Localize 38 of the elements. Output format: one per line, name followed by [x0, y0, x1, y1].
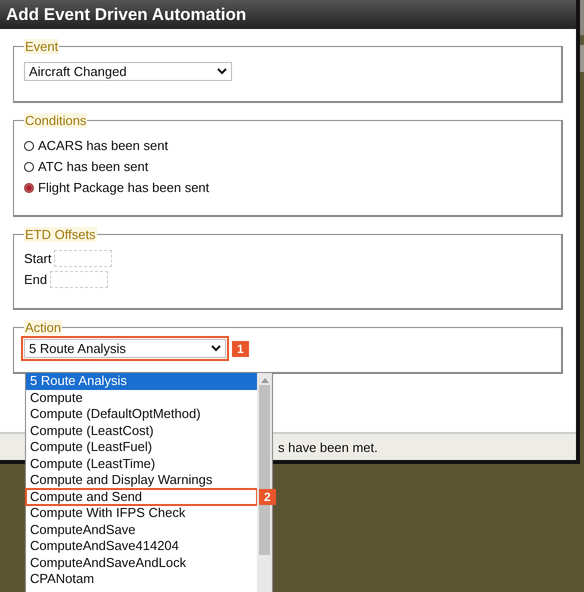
callout-badge: 1 [232, 340, 249, 356]
field-label: End [24, 272, 48, 287]
callout-badge: 2 [259, 488, 276, 504]
dropdown-option[interactable]: 5 Route Analysis [26, 373, 257, 390]
section-legend: Conditions [24, 113, 88, 128]
status-text: s have been met. [278, 440, 378, 454]
section-legend: Action [24, 320, 62, 335]
dropdown-option[interactable]: ComputeAndSave414204 [26, 538, 257, 554]
dropdown-option[interactable]: Compute (DefaultOptMethod) [26, 406, 257, 422]
radio-button[interactable] [24, 140, 34, 150]
dropdown-option[interactable]: Compute (LeastCost) [26, 422, 257, 439]
dropdown-option[interactable]: Compute (LeastFuel) [26, 439, 257, 456]
dropdown-option[interactable]: ComputeAndSaveAndLock [26, 554, 257, 571]
section-legend: Event [24, 39, 60, 54]
action-dropdown[interactable]: 5 Route Analysis [24, 339, 226, 358]
chevron-down-icon [217, 68, 227, 75]
dropdown-option[interactable]: CPANotam [26, 571, 257, 588]
scrollbar[interactable] [257, 373, 272, 592]
radio-label[interactable]: ATC has been sent [38, 159, 148, 174]
chevron-down-icon [211, 345, 221, 352]
dropdown-option[interactable]: Compute (LeastTime) [26, 456, 257, 472]
field-label: Start [24, 251, 52, 266]
dropdown-option[interactable]: Compute [26, 390, 257, 406]
event-dropdown[interactable]: Aircraft Changed [24, 62, 232, 81]
dropdown-option[interactable]: Compute and Send [26, 488, 257, 505]
dropdown-option[interactable]: Compute and Display Warnings [26, 472, 257, 488]
scroll-up-icon[interactable] [260, 377, 268, 383]
window-title: Add Event Driven Automation [0, 0, 576, 29]
radio-label[interactable]: ACARS has been sent [38, 138, 168, 153]
radio-button[interactable] [24, 182, 34, 192]
radio-label[interactable]: Flight Package has been sent [38, 180, 210, 195]
input-field[interactable] [54, 250, 112, 267]
radio-button[interactable] [24, 162, 34, 172]
scrollbar-thumb[interactable] [259, 385, 270, 555]
input-field[interactable] [50, 271, 108, 288]
dropdown-option[interactable]: ComputeAndSave [26, 522, 257, 538]
dropdown-option[interactable]: Compute With IFPS Check [26, 505, 257, 522]
section-legend: ETD Offsets [24, 227, 97, 242]
